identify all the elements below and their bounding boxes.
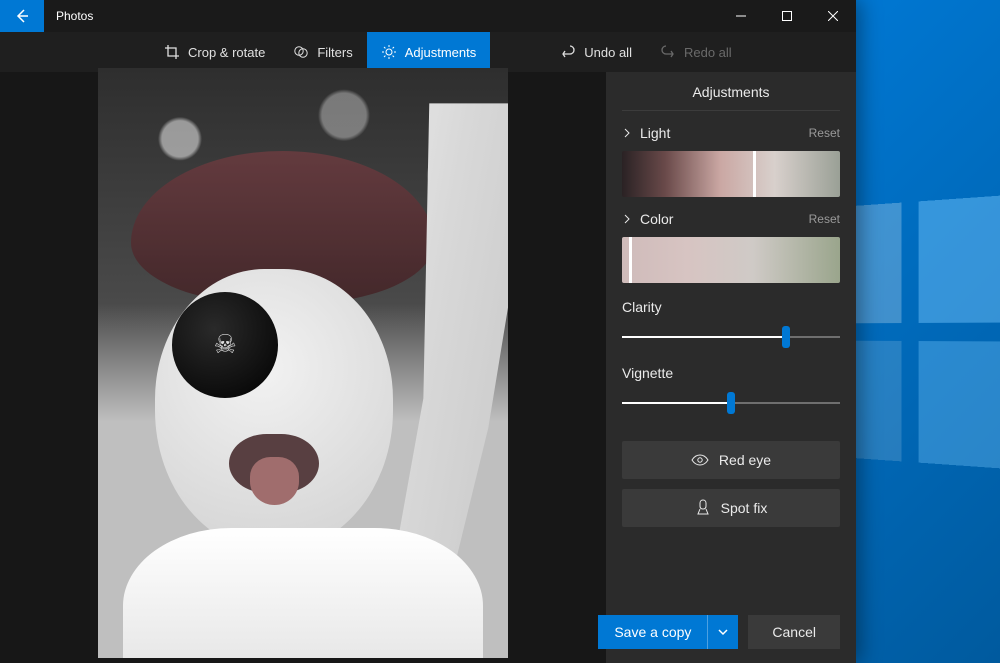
arrow-left-icon (14, 8, 30, 24)
cancel-label: Cancel (772, 624, 816, 640)
save-copy-dropdown[interactable] (707, 615, 738, 649)
close-icon (828, 11, 838, 21)
light-slider-strip[interactable] (622, 151, 840, 197)
light-section-header[interactable]: Light Reset (622, 121, 840, 141)
light-reset[interactable]: Reset (809, 126, 840, 140)
redo-all-label: Redo all (684, 45, 732, 60)
undo-all-button[interactable]: Undo all (546, 32, 646, 72)
crop-icon (164, 44, 180, 60)
redo-all-button: Redo all (646, 32, 746, 72)
filters-icon (293, 44, 309, 60)
edit-toolbar: Crop & rotate Filters Adjustments Undo a… (0, 32, 856, 72)
spot-fix-icon (695, 499, 711, 517)
red-eye-label: Red eye (719, 452, 771, 468)
color-reset[interactable]: Reset (809, 212, 840, 226)
cancel-button[interactable]: Cancel (748, 615, 840, 649)
filters-tab[interactable]: Filters (279, 32, 366, 72)
adjustments-icon (381, 44, 397, 60)
eye-icon (691, 454, 709, 466)
title-bar: Photos (0, 0, 856, 32)
color-slider-strip[interactable] (622, 237, 840, 283)
photos-app-window: Photos Crop & rotate Filters (0, 0, 856, 663)
minimize-icon (736, 11, 746, 21)
clarity-slider-knob[interactable] (782, 326, 790, 348)
clarity-slider[interactable] (622, 325, 840, 349)
undo-all-label: Undo all (584, 45, 632, 60)
save-copy-button[interactable]: Save a copy (598, 615, 707, 649)
adjustments-panel: Adjustments Light Reset Color Reset (606, 72, 856, 663)
maximize-icon (782, 11, 792, 21)
vignette-slider-knob[interactable] (727, 392, 735, 414)
color-slider-handle[interactable] (629, 237, 632, 283)
minimize-button[interactable] (718, 0, 764, 32)
app-title: Photos (44, 0, 718, 32)
crop-rotate-tab[interactable]: Crop & rotate (150, 32, 279, 72)
chevron-right-icon (622, 128, 632, 138)
main-area: Adjustments Light Reset Color Reset (0, 72, 856, 663)
save-copy-label: Save a copy (614, 624, 691, 640)
adjustments-label: Adjustments (405, 45, 477, 60)
light-label: Light (640, 125, 670, 141)
maximize-button[interactable] (764, 0, 810, 32)
spot-fix-button[interactable]: Spot fix (622, 489, 840, 527)
adjustments-tab[interactable]: Adjustments (367, 32, 491, 72)
footer-actions: Save a copy Cancel (598, 615, 840, 649)
canvas-area (0, 72, 606, 663)
clarity-label: Clarity (622, 299, 840, 315)
filters-label: Filters (317, 45, 352, 60)
chevron-down-icon (718, 627, 728, 637)
vignette-label: Vignette (622, 365, 840, 381)
panel-title: Adjustments (622, 84, 840, 111)
chevron-right-icon (622, 214, 632, 224)
close-button[interactable] (810, 0, 856, 32)
light-slider-handle[interactable] (753, 151, 756, 197)
color-section-header[interactable]: Color Reset (622, 207, 840, 227)
spot-fix-label: Spot fix (721, 500, 768, 516)
vignette-slider[interactable] (622, 391, 840, 415)
undo-icon (560, 44, 576, 60)
photo-canvas[interactable] (98, 68, 508, 658)
crop-rotate-label: Crop & rotate (188, 45, 265, 60)
back-button[interactable] (0, 0, 44, 32)
color-label: Color (640, 211, 673, 227)
redo-icon (660, 44, 676, 60)
red-eye-button[interactable]: Red eye (622, 441, 840, 479)
